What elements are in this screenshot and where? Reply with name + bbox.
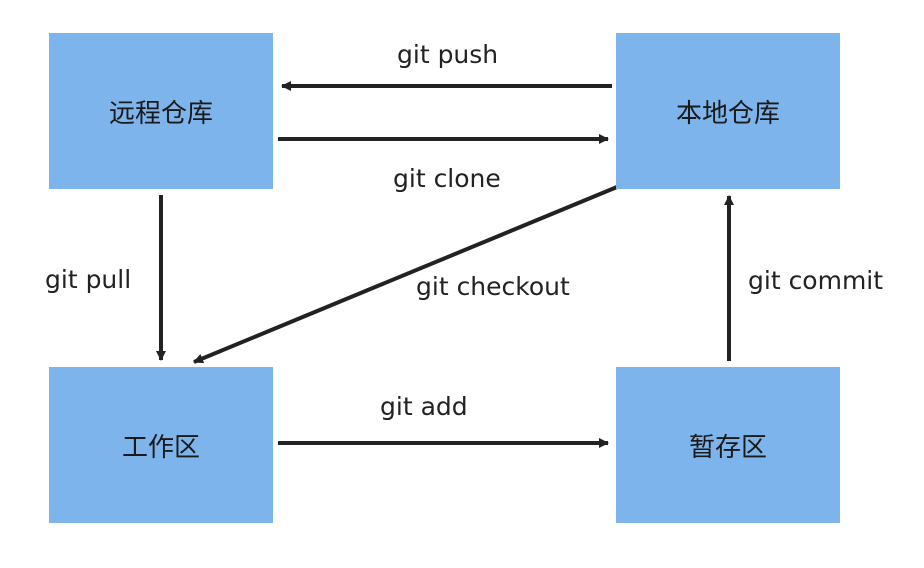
local-repo-label: 本地仓库 [675, 98, 780, 129]
checkout-edge-label: git checkout [416, 272, 570, 301]
clone-edge-label: git clone [393, 164, 501, 193]
local-repo-node: 本地仓库 [616, 33, 840, 189]
working-dir-label: 工作区 [121, 432, 200, 463]
remote-repo-label: 远程仓库 [108, 98, 213, 129]
remote-repo-node: 远程仓库 [49, 33, 273, 189]
commit-edge-label: git commit [748, 266, 884, 295]
git-workflow-diagram: 远程仓库 本地仓库 工作区 暂存区 git push git clone git… [0, 0, 924, 568]
working-dir-node: 工作区 [49, 367, 273, 523]
staging-area-label: 暂存区 [688, 432, 767, 463]
add-edge-label: git add [380, 392, 468, 421]
push-edge-label: git push [397, 40, 499, 69]
staging-area-node: 暂存区 [616, 367, 840, 523]
pull-edge-label: git pull [45, 265, 132, 294]
